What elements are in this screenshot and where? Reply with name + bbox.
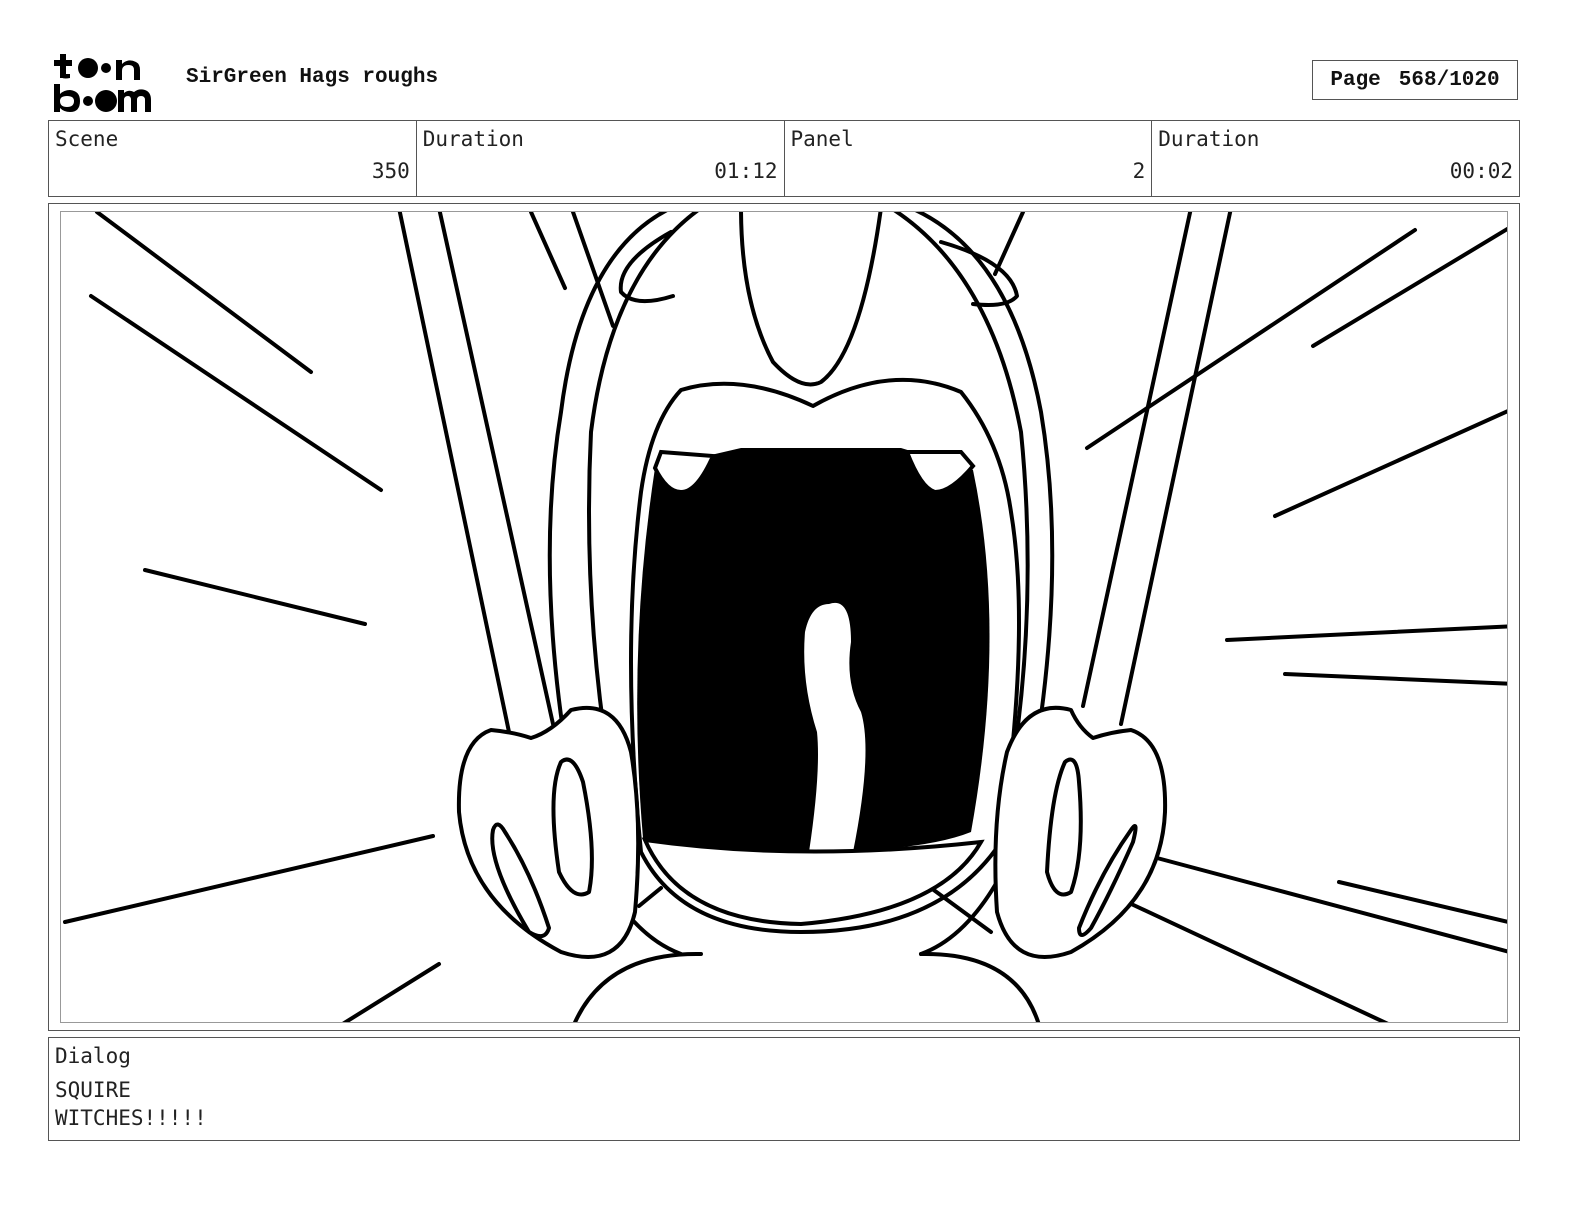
- speed-line: [95, 212, 313, 374]
- left-arm: [397, 212, 511, 734]
- speed-line: [1225, 624, 1507, 642]
- speed-line: [1337, 880, 1507, 924]
- speed-line: [1085, 228, 1417, 450]
- panel-cell: Panel 2: [785, 121, 1153, 196]
- scene-label: Scene: [55, 127, 119, 151]
- scene-info-row: Scene 350 Duration 01:12 Panel 2 Duratio…: [48, 120, 1520, 197]
- panel-value: 2: [1132, 159, 1146, 183]
- project-title: SirGreen Hags roughs: [186, 66, 439, 89]
- speed-line: [529, 212, 567, 290]
- speed-line: [1125, 900, 1389, 1022]
- dialog-line: WITCHES!!!!!: [55, 1106, 207, 1130]
- panel-artwork: [60, 211, 1508, 1023]
- left-arm: [437, 212, 555, 726]
- scene-cell: Scene 350: [49, 121, 417, 196]
- page-label: Page: [1330, 68, 1381, 92]
- right-arm: [1081, 212, 1193, 708]
- lower-lip: [641, 837, 985, 927]
- left-hand: [456, 705, 641, 959]
- speed-line: [89, 294, 383, 492]
- storyboard-panel: [48, 203, 1520, 1031]
- dialog-label: Dialog: [55, 1044, 131, 1068]
- page-indicator: Page 568/1020: [1312, 60, 1518, 100]
- body-line: [929, 886, 993, 934]
- toon-boom-logo: [50, 50, 166, 114]
- speed-line: [143, 568, 367, 626]
- panel-duration-value: 00:02: [1449, 159, 1513, 183]
- dialog-speaker: SQUIRE: [55, 1078, 131, 1102]
- panel-duration-cell: Duration 00:02: [1152, 121, 1519, 196]
- speed-line: [993, 212, 1025, 276]
- scene-duration-cell: Duration 01:12: [417, 121, 785, 196]
- scene-duration-value: 01:12: [714, 159, 778, 183]
- speed-line: [342, 962, 441, 1022]
- speed-line: [1283, 672, 1507, 686]
- page-number: 568/1020: [1398, 68, 1500, 92]
- speed-line: [63, 834, 435, 924]
- speed-line: [1311, 226, 1507, 348]
- scene-value: 350: [371, 159, 410, 183]
- panel-duration-label: Duration: [1158, 127, 1260, 151]
- nose: [739, 212, 883, 387]
- panel-label: Panel: [790, 127, 854, 151]
- body-line: [637, 886, 663, 908]
- speed-line: [1273, 409, 1507, 518]
- scene-duration-label: Duration: [422, 127, 524, 151]
- body-outline: [573, 951, 1041, 1022]
- right-arm: [1119, 212, 1233, 726]
- dialog-box: Dialog SQUIRE WITCHES!!!!!: [48, 1037, 1520, 1141]
- screaming-mouth-drawing: [63, 212, 1507, 1022]
